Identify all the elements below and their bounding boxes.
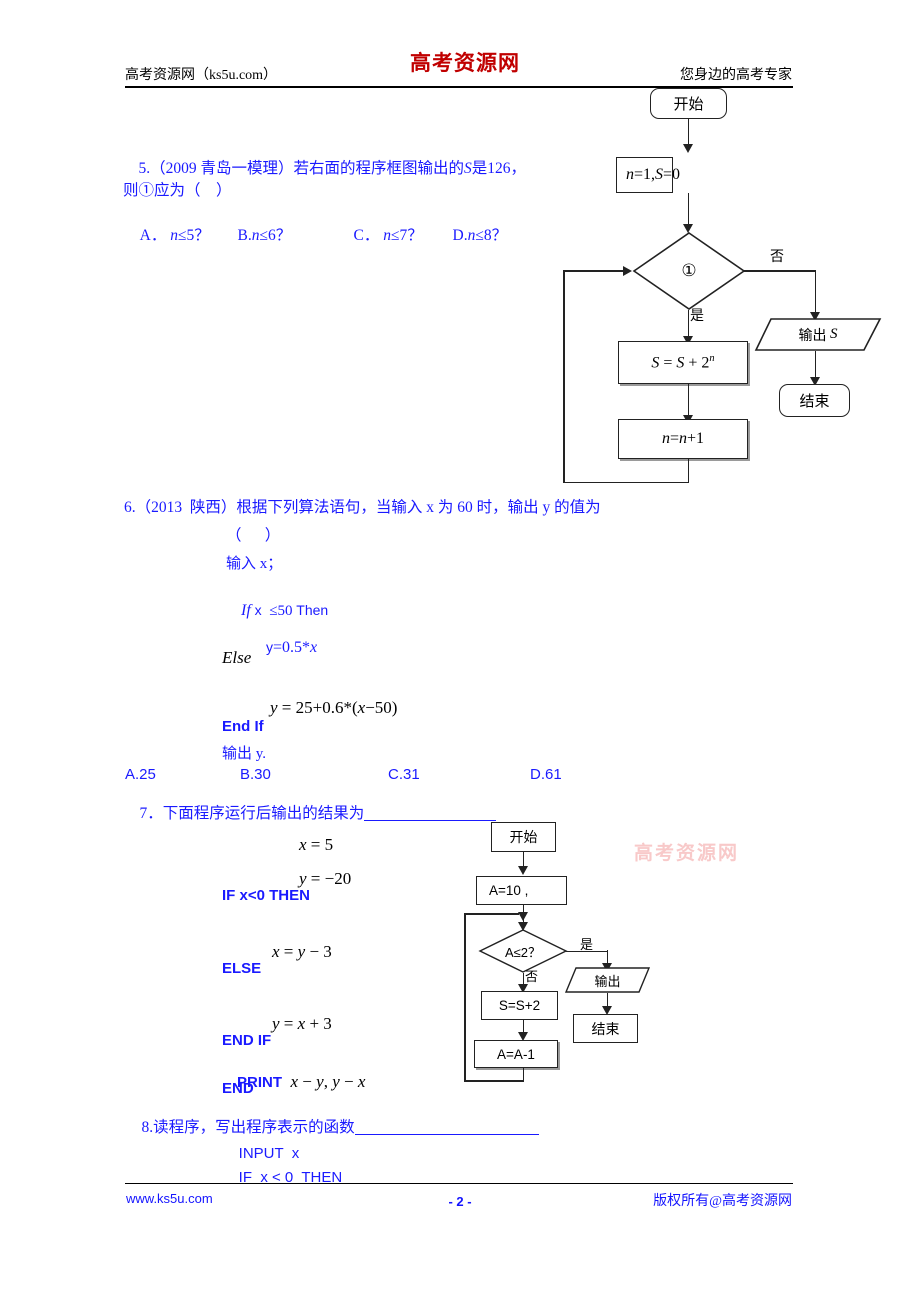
q7-code-line-7: END IF [222, 1032, 272, 1049]
q5-choice-a-rel: ≤5？ [177, 226, 210, 244]
header-left-text: 高考资源网（ks5u.com） [125, 68, 278, 83]
q6-code-line-3: y=0.5*x [266, 639, 318, 656]
flowchart1-label-yes: 是 [690, 309, 704, 324]
flowchart1-node-start: 开始 [650, 88, 727, 119]
flowchart1-loop-up [563, 271, 565, 482]
q6-code-line-7: 输出 y. [222, 746, 267, 762]
q6-code-line-5: y = 25+0.6*(x−50) [270, 698, 398, 717]
flowchart1-edge-accum-incr [687, 384, 690, 418]
q5-choice-a-label: A． [139, 226, 167, 244]
q5-choice-a-var: n [170, 226, 178, 244]
flowchart1-node-cond [632, 232, 746, 310]
q6-line1: 6.（2013 陕西）根据下列算法语句，当输入 x 为 60 时，输出 y 的值… [124, 499, 601, 516]
flowchart1-node-end: 结束 [779, 384, 850, 417]
q7-code-line-4: x = y − 3 [272, 942, 332, 961]
flowchart2-arrow-loop [518, 912, 528, 921]
q5-choice-b-label: B. [237, 226, 252, 244]
q8-answer-blank[interactable] [354, 1120, 539, 1135]
flowchart2-loop-up [464, 913, 466, 1081]
flowchart2-node-start: 开始 [491, 822, 556, 852]
q6-code-line-4: Else [222, 648, 252, 667]
flowchart1-edge-start-init [687, 119, 690, 146]
q5-choice-d: D.n≤8？ [437, 212, 508, 259]
flowchart2-node-output [564, 967, 651, 993]
flowchart1-edge-cond-output-v [814, 270, 817, 314]
q7-code-line-3: IF x<0 THEN [222, 887, 310, 904]
flowchart2-node-cond [478, 929, 568, 973]
header-right-text: 您身边的高考专家 [680, 68, 792, 83]
q5-choice-b: B.n≤6？ [222, 212, 292, 259]
flowchart2-arrow-1 [518, 866, 528, 875]
flowchart1-edge-output-end [814, 351, 817, 380]
flowchart2-accum-label: S=S+2 [498, 998, 541, 1013]
flowchart1-node-init [616, 157, 673, 193]
footer-right-text: 版权所有@高考资源网 [653, 1194, 792, 1209]
flowchart2-start-label: 开始 [509, 831, 538, 846]
flowchart2-node-end: 结束 [573, 1014, 638, 1043]
watermark-text: 高考资源网 [634, 842, 740, 864]
q5-choice-c: C． n≤7？ [338, 212, 423, 259]
q5-line1-text: 5.（2009 青岛一模理）若右面的程序框图输出的 [138, 159, 465, 177]
q5-choice-d-label: D. [452, 226, 468, 244]
q5-choice-c-rel: ≤7？ [390, 226, 423, 244]
flowchart2-loop-left [464, 1080, 524, 1082]
flowchart2-end-label: 结束 [591, 1022, 620, 1038]
q5-line2: 则①应为（ ） [123, 182, 232, 199]
q5-choice-c-var: n [383, 226, 391, 244]
flowchart1-arrow-loop [623, 266, 632, 276]
footer-divider [125, 1183, 793, 1184]
flowchart1-edge-init-cond [687, 193, 690, 226]
q7-code-line-5: ELSE [222, 960, 262, 977]
q5-choice-b-rel: ≤6？ [259, 226, 292, 244]
q6-code-line-1: 输入 x； [226, 556, 283, 572]
flowchart2-loop-into-cond [464, 913, 519, 915]
q5-line1-var: S [464, 159, 472, 177]
flowchart1-node-incr: n=n+1 [618, 419, 748, 459]
q7-code-line-9: END [222, 1080, 254, 1097]
flowchart2-node-decr: A=A-1 [474, 1040, 558, 1068]
q6-line2: （ ） [226, 527, 281, 544]
flowchart1-end-label: 结束 [799, 394, 830, 410]
flowchart1-loop-down [687, 459, 690, 483]
flowchart1-loop-into-cond [563, 270, 625, 272]
flowchart2-decr-label: A=A-1 [497, 1046, 535, 1062]
flowchart1-label-no: 否 [770, 250, 784, 265]
flowchart2-node-init: A=10 , [476, 876, 567, 905]
q7-answer-blank[interactable] [364, 806, 497, 821]
flowchart1-node-output [754, 318, 882, 351]
q5-line1-tail: 是126， [471, 159, 527, 177]
flowchart2-node-accum: S=S+2 [481, 991, 558, 1020]
q6-choice-b: B.30 [240, 766, 271, 783]
q5-choice-d-rel: ≤8？ [475, 226, 508, 244]
flowchart1-arrow-1 [683, 144, 693, 153]
flowchart1-edge-cond-output [744, 270, 816, 272]
flowchart1-node-accum: S = S + 2n [618, 341, 748, 384]
flowchart2-label-no: 否 [525, 969, 539, 984]
q6-choice-d: D.61 [530, 766, 562, 783]
q8-line1: 8.读程序，写出程序表示的函数 [126, 1104, 539, 1151]
worksheet-page: 高考资源网 高考资源网（ks5u.com） 您身边的高考专家 5.（2009 青… [0, 0, 920, 1302]
q6-choice-a: A.25 [125, 766, 156, 783]
q6-choice-c: C.31 [388, 766, 420, 783]
q5-choice-a: A． n≤5？ [125, 212, 210, 259]
flowchart1-loop-left [563, 481, 689, 484]
flowchart2-label-yes: 是 [580, 937, 594, 952]
site-logo: 高考资源网 [410, 51, 520, 75]
flowchart1-start-label: 开始 [673, 97, 704, 113]
q5-choice-c-label: C． [353, 226, 380, 244]
flowchart2-init-label: A=10 , [489, 883, 529, 898]
flowchart1-edge-cond-accum [687, 310, 690, 339]
q6-code-line-6: End If [222, 718, 264, 735]
